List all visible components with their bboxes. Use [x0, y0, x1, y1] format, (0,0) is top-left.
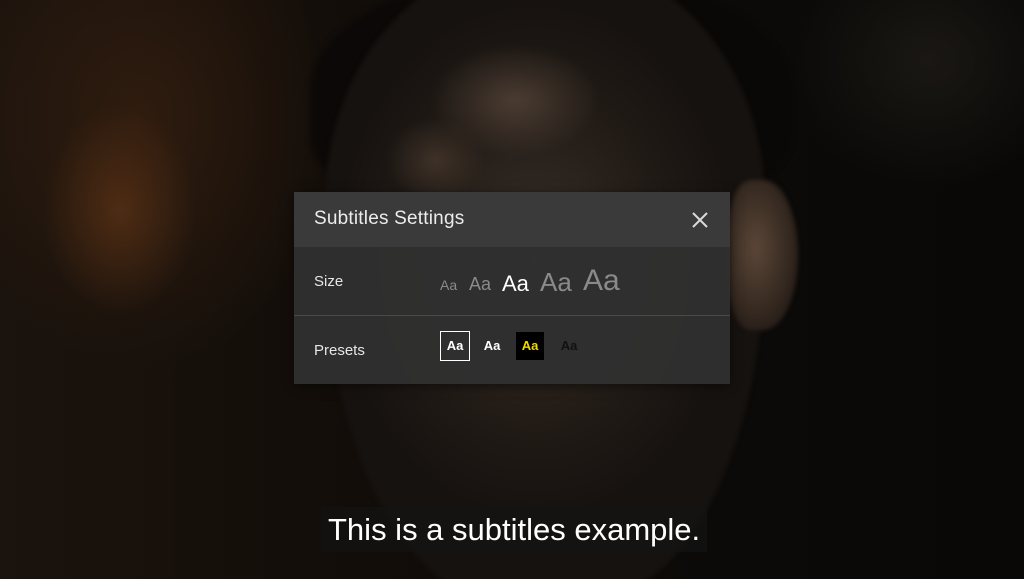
panel-title: Subtitles Settings — [314, 208, 465, 229]
size-label: Size — [314, 273, 344, 290]
presets-row: Presets Aa Aa Aa Aa — [294, 316, 730, 384]
close-button[interactable] — [690, 210, 710, 230]
size-option-xsmall[interactable]: Aa — [440, 277, 457, 293]
video-background-ear — [728, 180, 798, 330]
close-icon — [692, 212, 708, 228]
size-option-large[interactable]: Aa — [540, 267, 572, 298]
size-row: Size Aa Aa Aa Aa Aa — [294, 247, 730, 316]
size-option-small[interactable]: Aa — [469, 274, 491, 295]
presets-label: Presets — [314, 342, 365, 359]
subtitle-caption: This is a subtitles example. — [321, 507, 708, 552]
panel-header: Subtitles Settings — [294, 192, 730, 247]
preset-option-yellow-on-black[interactable]: Aa — [516, 332, 544, 360]
size-option-medium[interactable]: Aa — [502, 271, 529, 297]
video-frame: Subtitles Settings Size Aa Aa Aa Aa Aa P… — [0, 0, 1024, 579]
preset-option-white-outline[interactable]: Aa — [440, 331, 470, 361]
preset-option-black[interactable]: Aa — [555, 332, 583, 360]
subtitles-settings-panel: Subtitles Settings Size Aa Aa Aa Aa Aa P… — [294, 192, 730, 384]
size-option-xlarge[interactable]: Aa — [583, 264, 620, 298]
preset-option-white[interactable]: Aa — [478, 332, 506, 360]
